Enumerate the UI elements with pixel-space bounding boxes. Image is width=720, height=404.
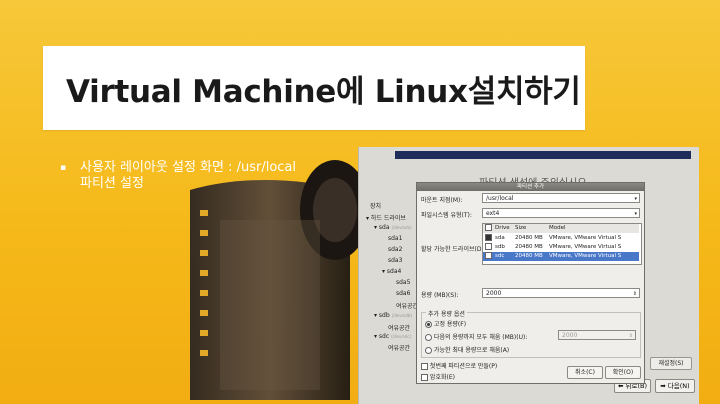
spin-arrows-icon: ⇕: [632, 291, 637, 297]
size-options-label: 추가 용량 옵션: [426, 309, 467, 318]
tree-item-sdc[interactable]: ▾ sdc (/dev/sdc): [374, 333, 411, 340]
reset-button[interactable]: 재설정(S): [650, 357, 692, 370]
tree-item-sda4[interactable]: ▾ sda4: [382, 268, 401, 275]
device-tree-header: 장치: [370, 203, 382, 210]
tree-item-hard-drives[interactable]: ▾ 하드 드라이브: [366, 213, 406, 222]
drive-list: Drive Size Model sda 20480 MB VMware, VM…: [482, 223, 642, 265]
size-options-group: 추가 용량 옵션 고정 용량(F) 다음의 용량까지 모두 채움 (MB)(U)…: [421, 309, 641, 358]
tree-item-sda6[interactable]: sda6: [396, 290, 410, 297]
installer-header-bar: [395, 151, 691, 159]
mount-point-combo[interactable]: /usr/local ▾: [482, 193, 640, 203]
tree-item-sda3[interactable]: sda3: [388, 257, 402, 264]
size-label: 용량 (MB)(S):: [421, 292, 459, 299]
radio-fill-upto[interactable]: 다음의 용량까지 모두 채움 (MB)(U):: [425, 332, 527, 341]
radio-fill-max[interactable]: 가능한 최대 용량으로 채움(A): [425, 345, 509, 354]
mount-point-label: 마운트 지점(M):: [421, 197, 463, 204]
slide-title: Virtual Machine에 Linux설치하기: [66, 74, 581, 110]
drive-list-header: Drive Size Model: [483, 224, 639, 233]
dialog-title: 파티션 추가: [417, 183, 644, 191]
tree-item-free-space-sdb[interactable]: 여유공간: [388, 323, 410, 332]
spin-arrows-icon: ⇕: [628, 333, 633, 339]
next-button[interactable]: ➡ 다음(N): [655, 379, 695, 393]
bullet-text-line2: 파티션 설정: [80, 176, 144, 191]
slide: Virtual Machine에 Linux설치하기 ▪ 사용자 레이아웃 설정…: [0, 0, 720, 404]
next-arrow-icon: ➡: [660, 382, 666, 390]
fs-type-label: 파일시스템 유형(T):: [421, 212, 472, 219]
encrypt-checkbox[interactable]: 암호화(E): [421, 372, 455, 381]
size-spinbox[interactable]: 2000 ⇕: [482, 288, 640, 298]
tree-item-sdb[interactable]: ▾ sdb (/dev/sdb): [374, 312, 412, 319]
dropdown-arrow-icon: ▾: [634, 211, 637, 217]
drives-label: 할당 가능한 드라이브(D):: [421, 246, 486, 253]
ok-button[interactable]: 확인(O): [605, 366, 641, 379]
tree-item-sda[interactable]: ▾ sda (/dev/sda): [374, 224, 412, 231]
tree-item-sda5[interactable]: sda5: [396, 279, 410, 286]
add-partition-dialog: 파티션 추가 마운트 지점(M): /usr/local ▾ 파일시스템 유형(T…: [416, 182, 645, 384]
tree-item-sda1[interactable]: sda1: [388, 235, 402, 242]
tree-item-free-space-sda[interactable]: 여유공간: [396, 301, 418, 310]
cancel-button[interactable]: 취소(C): [567, 366, 603, 379]
drive-row-sda[interactable]: sda 20480 MB VMware, VMware Virtual S: [483, 234, 639, 243]
col-model: Model: [549, 225, 566, 231]
col-drive: Drive: [495, 225, 510, 231]
primary-partition-checkbox[interactable]: 첫번째 파티션으로 만들(P): [421, 361, 497, 370]
bullet-mark: ▪: [60, 163, 67, 173]
radio-fixed-size[interactable]: 고정 용량(F): [425, 319, 466, 328]
installer-screenshot: 파티션 생성에 주의십시오 장치 ▾ 하드 드라이브 ▾ sda (/dev/s…: [358, 147, 699, 404]
fs-type-select[interactable]: ext4 ▾: [482, 208, 640, 218]
fill-upto-spinbox[interactable]: 2000 ⇕: [558, 330, 636, 340]
col-size: Size: [515, 225, 527, 231]
film-roll-image: [190, 160, 370, 400]
title-box: Virtual Machine에 Linux설치하기: [43, 46, 585, 130]
dropdown-arrow-icon: ▾: [634, 196, 637, 202]
tree-item-free-space-sdc[interactable]: 여유공간: [388, 343, 410, 352]
bullet-text-line1: 사용자 레이아웃 설정 화면 : /usr/local: [80, 160, 297, 175]
drive-row-sdb[interactable]: sdb 20480 MB VMware, VMware Virtual S: [483, 243, 639, 252]
tree-item-sda2[interactable]: sda2: [388, 246, 402, 253]
drive-row-sdc[interactable]: sdc 20480 MB VMware, VMware Virtual S: [483, 252, 639, 261]
